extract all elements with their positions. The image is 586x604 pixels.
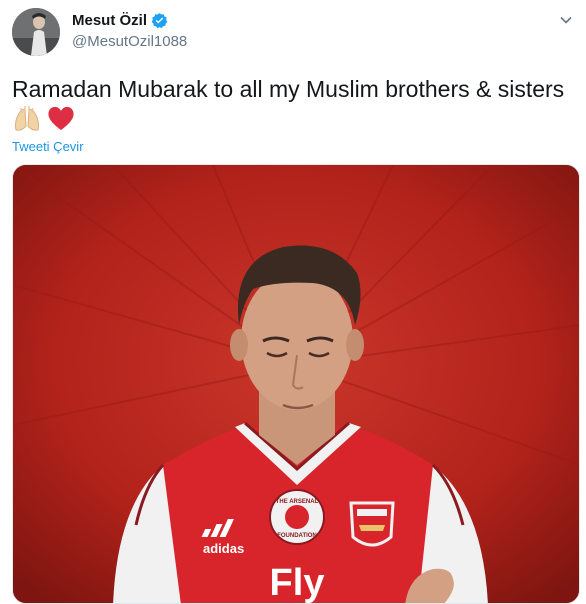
folded-hands-emoji-icon bbox=[12, 104, 42, 132]
photo-player-praying: adidas THE ARSENAL FOUNDATION Fly bbox=[13, 165, 579, 604]
translate-tweet-link[interactable]: Tweeti Çevir bbox=[12, 139, 84, 154]
emoji-row bbox=[12, 104, 76, 132]
display-name[interactable]: Mesut Özil bbox=[72, 12, 147, 29]
verified-badge-icon bbox=[151, 12, 168, 29]
tweet-media-image[interactable]: adidas THE ARSENAL FOUNDATION Fly bbox=[12, 164, 580, 604]
avatar[interactable] bbox=[12, 8, 60, 56]
tweet-card: Mesut Özil @MesutOzil1088 Ramadan Mubara… bbox=[0, 0, 586, 604]
sponsor-text: Fly bbox=[270, 562, 325, 604]
svg-text:THE ARSENAL: THE ARSENAL bbox=[276, 499, 319, 505]
avatar-image bbox=[12, 8, 60, 56]
chevron-down-icon[interactable] bbox=[558, 12, 574, 28]
name-row: Mesut Özil bbox=[72, 12, 168, 29]
tweet-text: Ramadan Mubarak to all my Muslim brother… bbox=[12, 76, 565, 102]
svg-text:FOUNDATION: FOUNDATION bbox=[277, 533, 317, 539]
red-heart-icon bbox=[46, 104, 76, 132]
user-handle[interactable]: @MesutOzil1088 bbox=[72, 33, 187, 50]
kit-brand-text: adidas bbox=[203, 541, 244, 556]
